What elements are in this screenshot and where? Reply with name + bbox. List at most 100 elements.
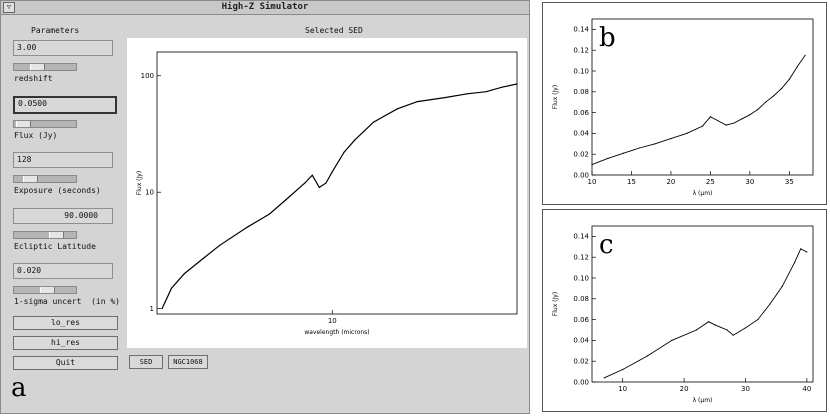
data-point xyxy=(646,355,648,357)
x-tick-label: 15 xyxy=(627,178,636,186)
flux-field[interactable]: 0.0500 xyxy=(13,96,117,114)
flux-slider[interactable] xyxy=(13,120,77,128)
data-point xyxy=(170,287,173,289)
data-point xyxy=(396,108,399,110)
data-point xyxy=(741,118,743,120)
data-point xyxy=(485,91,487,93)
y-tick-label: 1 xyxy=(150,305,154,313)
data-point xyxy=(714,324,716,326)
data-point xyxy=(804,54,806,57)
data-point xyxy=(725,124,727,126)
x-axis-label: λ (μm) xyxy=(693,190,713,197)
data-point xyxy=(701,125,704,127)
data-point xyxy=(757,319,759,321)
data-point xyxy=(331,171,333,173)
quit-button[interactable]: Quit xyxy=(13,356,118,370)
uncert-slider[interactable] xyxy=(13,286,77,294)
data-point xyxy=(622,152,625,154)
y-tick-label: 0.06 xyxy=(573,109,589,117)
spectrum-line xyxy=(161,83,518,309)
y-tick-label: 0.08 xyxy=(573,295,589,303)
latitude-slider-thumb[interactable] xyxy=(49,232,65,238)
data-point xyxy=(591,164,593,166)
y-tick-label: 0.02 xyxy=(573,151,589,159)
data-point xyxy=(343,151,345,153)
x-tick-label: 10 xyxy=(618,385,627,393)
data-point xyxy=(268,213,271,215)
sed-button[interactable]: SED xyxy=(129,355,163,369)
x-axis-label: λ (μm) xyxy=(693,397,713,404)
data-point xyxy=(603,377,605,379)
data-point xyxy=(733,122,735,124)
exposure-field[interactable]: 128 xyxy=(13,152,113,168)
data-point xyxy=(202,257,204,260)
data-point xyxy=(444,96,446,99)
data-point xyxy=(354,139,356,141)
plot-frame xyxy=(156,51,518,315)
x-tick-label: 10 xyxy=(328,317,337,325)
redshift-field[interactable]: 3.00 xyxy=(13,40,113,56)
uncert-field[interactable]: 0.020 xyxy=(13,263,113,279)
data-point xyxy=(671,339,673,341)
y-tick-label: 0.08 xyxy=(573,88,589,96)
lo-res-button[interactable]: lo_res xyxy=(13,316,118,330)
x-tick-label: 20 xyxy=(666,178,675,186)
data-point xyxy=(311,174,313,176)
data-point xyxy=(638,147,640,149)
sed-chart: 10 1 10 100 wavelength (microns) Flux (Jy) xyxy=(136,51,518,336)
data-point xyxy=(670,138,672,140)
data-point xyxy=(219,244,221,246)
redshift-slider-thumb[interactable] xyxy=(30,64,46,70)
y-tick-label: 100 xyxy=(141,72,154,80)
plot-frame xyxy=(591,18,814,176)
latitude-slider[interactable] xyxy=(13,231,77,239)
y-tick-label: 0.00 xyxy=(573,378,589,386)
exposure-slider[interactable] xyxy=(13,175,77,183)
exposure-slider-thumb[interactable] xyxy=(23,176,39,182)
data-point xyxy=(183,273,186,275)
y-axis-label: Flux (Jy) xyxy=(136,171,143,195)
data-point xyxy=(781,285,783,287)
flux-label: Flux (Jy) xyxy=(14,131,58,140)
uncert-label: 1-sigma uncert (in %) xyxy=(14,297,120,306)
spectrum-line xyxy=(604,248,808,379)
data-point xyxy=(757,108,759,111)
parameters-header: Parameters xyxy=(31,26,80,35)
x-tick-label: 35 xyxy=(785,178,794,186)
data-point xyxy=(709,116,711,118)
y-tick-label: 0.02 xyxy=(573,358,589,366)
chart-b: 10 15 20 25 30 350.000.020.040.060.080.100.12… xyxy=(552,18,814,197)
data-point xyxy=(325,182,327,184)
plot-frame xyxy=(591,225,814,383)
window-title: High-Z Simulator xyxy=(221,2,309,12)
x-tick-label: 25 xyxy=(706,178,715,186)
y-tick-label: 0.04 xyxy=(573,337,589,345)
data-point xyxy=(708,321,710,323)
panel-b: 10 15 20 25 30 35 0.00 0.02 0.04 0.06 0.08 0.10 0.12… xyxy=(542,2,827,205)
y-tick-label: 0.14 xyxy=(573,233,589,241)
flux-slider-thumb[interactable] xyxy=(16,121,32,127)
redshift-slider[interactable] xyxy=(13,63,77,71)
y-tick-label: 0.00 xyxy=(573,171,589,179)
hi-res-button[interactable]: hi_res xyxy=(13,336,118,350)
y-tick-label: 10 xyxy=(145,189,154,197)
data-point xyxy=(732,334,734,336)
data-point xyxy=(416,101,419,103)
uncert-slider-thumb[interactable] xyxy=(39,287,55,293)
data-point xyxy=(607,157,609,159)
data-point xyxy=(686,132,688,134)
panel-label-a: a xyxy=(11,373,27,403)
data-point xyxy=(726,329,728,331)
data-point xyxy=(772,95,775,97)
y-axis-label: Flux (Jy) xyxy=(552,85,559,109)
data-point xyxy=(287,196,290,199)
y-tick-label: 0.10 xyxy=(573,274,589,282)
data-point xyxy=(304,182,306,184)
x-tick-label: 30 xyxy=(741,385,750,393)
y-tick-label: 0.12 xyxy=(573,47,589,55)
latitude-field[interactable]: 90.0000 xyxy=(13,208,113,224)
chart-c: 10 20 30 40 0.00 0.02 0.04 0.06 0.08 0.10 0.12 0.14… xyxy=(552,225,814,404)
y-tick-label: 0.12 xyxy=(573,254,589,262)
data-point xyxy=(622,368,624,371)
data-point xyxy=(717,120,719,122)
